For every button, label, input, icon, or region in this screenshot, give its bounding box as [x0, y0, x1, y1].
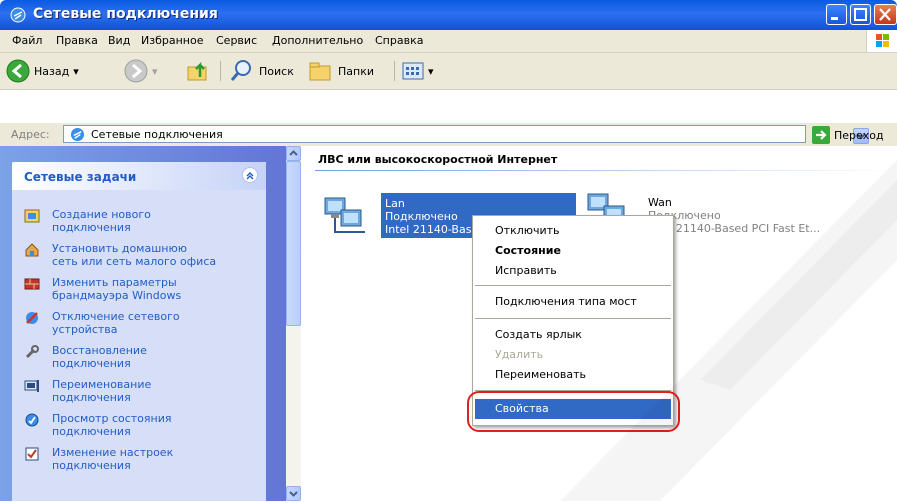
- menu-file[interactable]: Файл: [12, 34, 42, 47]
- minimize-button[interactable]: [826, 4, 847, 25]
- address-value: Сетевые подключения: [91, 128, 223, 141]
- folders-button[interactable]: Папки: [308, 59, 374, 83]
- task-change-settings[interactable]: Изменение настроек подключения: [25, 446, 252, 472]
- go-label: Переход: [834, 128, 884, 142]
- search-button[interactable]: Поиск: [229, 59, 294, 83]
- menu-view[interactable]: Вид: [108, 34, 130, 47]
- ctx-disable[interactable]: Отключить: [495, 224, 560, 237]
- up-folder-icon: [187, 61, 207, 81]
- new-connection-icon: [24, 209, 40, 223]
- menu-bar: Файл Правка Вид Избранное Сервис Дополни…: [0, 30, 897, 53]
- status-icon: [25, 413, 39, 427]
- ctx-status[interactable]: Состояние: [495, 244, 561, 257]
- back-label: Назад: [34, 64, 70, 78]
- network-connections-icon: [70, 127, 85, 142]
- lan-status: Подключено: [385, 210, 458, 223]
- group-title: ЛВС или высокоскоростной Интернет: [318, 153, 558, 166]
- window-title: Сетевые подключения: [33, 6, 218, 22]
- views-icon: [402, 62, 424, 80]
- forward-dropdown-icon[interactable]: ▾: [152, 65, 158, 78]
- menu-tools[interactable]: Сервис: [216, 34, 257, 47]
- rename-icon: [24, 380, 39, 392]
- scroll-thumb[interactable]: [286, 161, 301, 326]
- ctx-create-shortcut[interactable]: Создать ярлык: [495, 328, 582, 341]
- chevron-down-icon: [289, 491, 298, 497]
- menu-favorites[interactable]: Избранное: [141, 34, 203, 47]
- maximize-icon: [854, 8, 867, 21]
- forward-arrow-icon: [124, 59, 148, 83]
- minimize-icon: [831, 17, 838, 20]
- task-firewall-settings[interactable]: Изменить параметры брандмауэра Windows: [24, 276, 252, 302]
- search-icon: [230, 60, 251, 81]
- collapse-button[interactable]: [242, 167, 258, 183]
- settings-icon: [25, 447, 39, 461]
- disable-device-icon: [26, 312, 38, 324]
- back-dropdown-icon[interactable]: ▾: [73, 65, 79, 78]
- ctx-separator: [475, 285, 671, 286]
- back-button[interactable]: Назад ▾: [6, 59, 79, 83]
- task-create-connection[interactable]: Создание нового подключения: [24, 208, 252, 234]
- views-button[interactable]: ▾: [402, 59, 434, 83]
- address-label: Адрес:: [11, 128, 50, 141]
- menu-advanced[interactable]: Дополнительно: [272, 34, 363, 47]
- ctx-rename[interactable]: Переименовать: [495, 368, 586, 381]
- task-pane: Сетевые задачи Создание нового подключени…: [0, 146, 286, 501]
- home-network-icon: [25, 243, 39, 257]
- ctx-bridge[interactable]: Подключения типа мост: [495, 295, 637, 308]
- task-pane-scrollbar[interactable]: [286, 146, 301, 501]
- address-input[interactable]: Сетевые подключения: [63, 125, 869, 144]
- chevron-up-icon: [289, 150, 298, 156]
- network-tasks-title: Сетевые задачи: [24, 170, 137, 184]
- ctx-repair[interactable]: Исправить: [495, 264, 557, 277]
- wan-name[interactable]: Wan: [648, 196, 672, 209]
- forward-button[interactable]: ▾: [124, 59, 158, 83]
- task-disable-device[interactable]: Отключение сетевого устройства: [26, 310, 252, 336]
- task-view-status[interactable]: Просмотр состояния подключения: [25, 412, 252, 438]
- go-button[interactable]: Переход: [812, 126, 884, 144]
- scroll-up-button[interactable]: [286, 146, 301, 161]
- go-arrow-icon: [812, 126, 830, 144]
- task-rename-connection[interactable]: Переименование подключения: [24, 378, 252, 404]
- ctx-separator: [475, 318, 671, 319]
- lan-name: Lan: [385, 197, 405, 210]
- chevron-up-icon: [246, 172, 254, 180]
- title-bar: Сетевые подключения: [0, 0, 897, 30]
- repair-icon: [25, 345, 39, 359]
- back-arrow-icon: [6, 59, 30, 83]
- toolbar-separator: [394, 61, 395, 81]
- firewall-icon: [24, 278, 40, 290]
- menu-edit[interactable]: Правка: [56, 34, 98, 47]
- scroll-down-button[interactable]: [286, 486, 301, 501]
- network-tasks-panel: Сетевые задачи Создание нового подключени…: [12, 162, 266, 501]
- search-label: Поиск: [259, 64, 294, 78]
- toolbar-separator: [220, 61, 221, 81]
- close-icon: [879, 8, 891, 21]
- views-dropdown-icon[interactable]: ▾: [428, 65, 434, 78]
- close-button[interactable]: [874, 4, 897, 25]
- windows-logo-icon: [866, 30, 897, 52]
- address-bar: Адрес: Сетевые подключения Переход: [0, 123, 897, 147]
- group-divider: [315, 170, 897, 171]
- menu-help[interactable]: Справка: [375, 34, 423, 47]
- up-folder-button[interactable]: [186, 59, 210, 83]
- highlight-ring: [467, 391, 680, 432]
- lan-device: Intel 21140-Based: [385, 223, 486, 236]
- network-connections-icon: [10, 7, 26, 23]
- task-home-network[interactable]: Установить домашнюю сеть или сеть малого …: [25, 242, 252, 268]
- task-repair-connection[interactable]: Восстановление подключения: [25, 344, 252, 370]
- lan-connection-icon[interactable]: [321, 192, 369, 240]
- folders-label: Папки: [338, 64, 374, 78]
- folders-icon: [309, 62, 331, 81]
- network-tasks-header[interactable]: Сетевые задачи: [12, 162, 266, 190]
- maximize-button[interactable]: [850, 4, 871, 25]
- ctx-delete: Удалить: [495, 348, 544, 361]
- toolbar: Назад ▾ ▾ Поиск Папки ▾: [0, 53, 897, 90]
